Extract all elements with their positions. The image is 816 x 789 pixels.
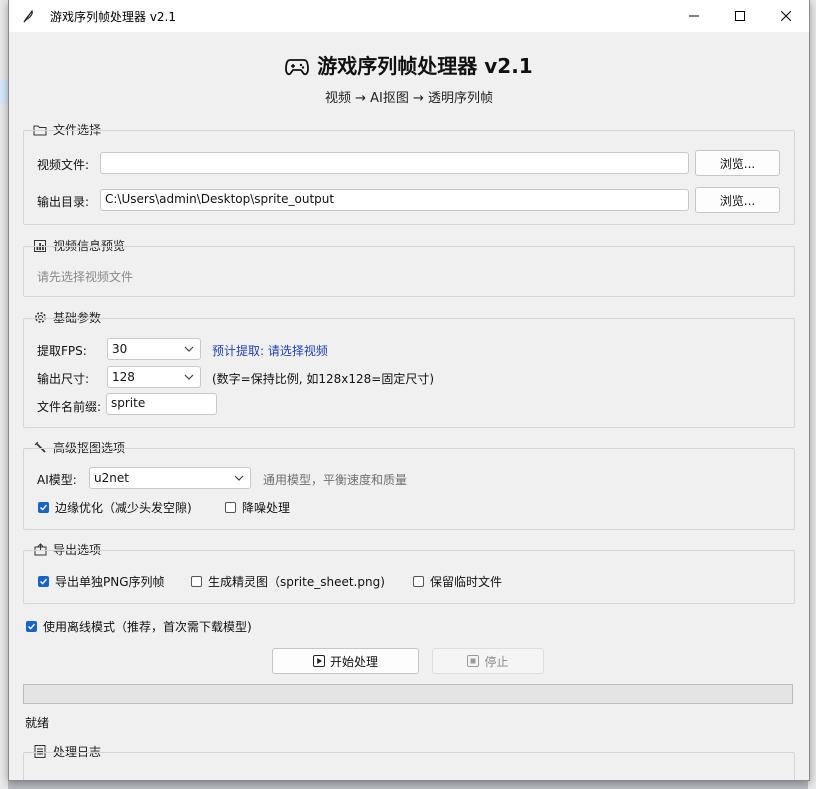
app-title-text: 游戏序列帧处理器 v2.1 bbox=[317, 54, 533, 78]
main-window: 游戏序列帧处理器 v2.1 游戏序列帧处理器 v2.1 视频 → AI抠图 → … bbox=[8, 0, 810, 781]
preview-section-box bbox=[23, 246, 795, 297]
app-subtitle: 视频 → AI抠图 → 透明序列帧 bbox=[324, 91, 494, 106]
browse-output-button[interactable]: 浏览... bbox=[695, 187, 780, 213]
prefix-input[interactable]: sprite bbox=[106, 393, 217, 415]
offline-mode-checkbox[interactable]: 使用离线模式（推荐，首次需下载模型) bbox=[26, 618, 252, 635]
start-button[interactable]: 开始处理 bbox=[272, 648, 419, 674]
log-section-box bbox=[23, 752, 795, 780]
stop-button[interactable]: 停止 bbox=[432, 648, 544, 674]
browse-video-button[interactable]: 浏览... bbox=[695, 150, 780, 176]
title-bar[interactable]: 游戏序列帧处理器 v2.1 bbox=[9, 0, 809, 32]
checkbox-checked-icon bbox=[38, 576, 49, 587]
model-combobox[interactable]: u2net bbox=[89, 467, 251, 489]
advanced-section-box bbox=[23, 448, 795, 530]
progress-bar bbox=[23, 684, 793, 704]
prefix-label: 文件名前缀: bbox=[37, 400, 102, 414]
preview-placeholder: 请先选择视频文件 bbox=[37, 270, 134, 284]
maximize-button[interactable] bbox=[717, 0, 763, 32]
keep-temp-checkbox[interactable]: 保留临时文件 bbox=[413, 573, 502, 590]
checkbox-checked-icon bbox=[26, 621, 37, 632]
close-button[interactable] bbox=[763, 0, 809, 32]
video-file-input[interactable] bbox=[100, 152, 689, 174]
chevron-down-icon bbox=[184, 343, 194, 357]
export-png-checkbox[interactable]: 导出单独PNG序列帧 bbox=[38, 573, 165, 590]
chevron-down-icon bbox=[184, 371, 194, 385]
app-title: 游戏序列帧处理器 v2.1 bbox=[9, 50, 809, 81]
minimize-button[interactable] bbox=[671, 0, 717, 32]
sprite-sheet-checkbox[interactable]: 生成精灵图（sprite_sheet.png) bbox=[191, 573, 385, 590]
background-app-fragment bbox=[0, 80, 8, 104]
checkbox-unchecked-icon bbox=[191, 576, 202, 587]
size-label: 输出尺寸: bbox=[37, 372, 90, 386]
feather-icon bbox=[21, 9, 35, 23]
size-combobox[interactable]: 128 bbox=[107, 366, 201, 388]
output-dir-input[interactable]: C:\Users\admin\Desktop\sprite_output bbox=[100, 189, 689, 211]
fps-label: 提取FPS: bbox=[37, 344, 87, 358]
edge-optimize-checkbox[interactable]: 边缘优化（减少头发空隙) bbox=[38, 499, 192, 516]
denoise-checkbox[interactable]: 降噪处理 bbox=[225, 499, 290, 516]
play-icon bbox=[312, 655, 325, 667]
gamepad-icon bbox=[285, 57, 310, 81]
background-app-fragment bbox=[0, 0, 8, 789]
checkbox-unchecked-icon bbox=[225, 502, 236, 513]
model-label: AI模型: bbox=[37, 473, 77, 487]
window-title: 游戏序列帧处理器 v2.1 bbox=[50, 10, 177, 24]
model-hint: 通用模型，平衡速度和质量 bbox=[263, 473, 408, 487]
checkbox-checked-icon bbox=[38, 502, 49, 513]
chevron-down-icon bbox=[234, 472, 244, 486]
stop-icon bbox=[467, 655, 480, 667]
video-file-label: 视频文件: bbox=[37, 158, 90, 172]
output-dir-label: 输出目录: bbox=[37, 195, 90, 209]
size-hint: (数字=保持比例, 如128x128=固定尺寸) bbox=[212, 372, 435, 386]
fps-estimate-hint: 预计提取: 请选择视频 bbox=[212, 344, 328, 358]
fps-combobox[interactable]: 30 bbox=[107, 338, 201, 360]
checkbox-unchecked-icon bbox=[413, 576, 424, 587]
status-text: 就绪 bbox=[25, 716, 50, 730]
